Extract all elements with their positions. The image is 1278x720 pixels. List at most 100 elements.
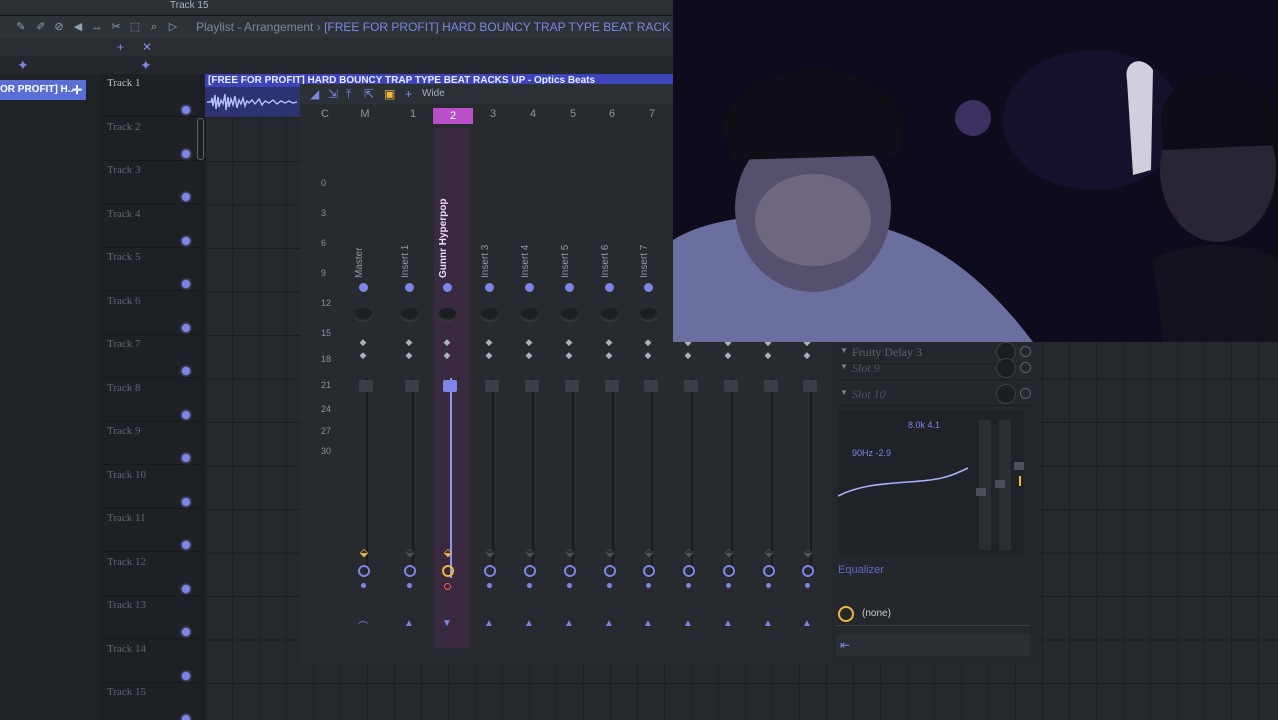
track-mute-led[interactable] [182, 715, 190, 720]
fx-enable-icon[interactable]: ⬙ [723, 546, 735, 559]
track-header[interactable]: Track 8 [100, 379, 200, 422]
stereo-arrows-icon[interactable]: ◆ ◆ [441, 336, 453, 362]
track-mute-led[interactable] [182, 149, 190, 158]
plus-icon[interactable]: + [405, 87, 412, 101]
stereo-arrows-icon[interactable]: ◆ ◆ [563, 336, 575, 362]
slot-mix-knob[interactable] [996, 358, 1016, 378]
route-dot[interactable] [686, 583, 691, 588]
volume-fader[interactable] [605, 380, 619, 392]
track-header[interactable]: Track 5 [100, 248, 200, 291]
fx-ring-icon[interactable] [404, 565, 416, 577]
track-header[interactable]: Track 4 [100, 205, 200, 248]
mixer-strip-insert-6[interactable]: Insert 6 ◆ ◆ ⬙ ▲ [596, 128, 632, 648]
volume-fader[interactable] [803, 380, 817, 392]
fx-enable-icon[interactable]: ⬙ [524, 546, 536, 559]
pan-knob[interactable] [639, 308, 658, 322]
fx-enable-icon[interactable]: ⬙ [683, 546, 695, 559]
track-header[interactable]: Track 10 [100, 466, 200, 509]
volume-fader[interactable] [405, 380, 419, 392]
delete-icon[interactable]: ⊘ [52, 20, 66, 34]
route-arrow-icon[interactable]: ▲ [404, 618, 414, 629]
playback-icon[interactable]: ▷ [166, 20, 180, 34]
track-header[interactable]: Track 7 [100, 335, 200, 378]
route-arrow-icon[interactable]: ▲ [802, 618, 812, 629]
fx-ring-icon[interactable] [683, 565, 695, 577]
audio-clip[interactable] [205, 87, 300, 117]
pan-knob[interactable] [600, 308, 619, 322]
mixer-strip-insert-3[interactable]: Insert 3 ◆ ◆ ⬙ ▲ [476, 128, 512, 648]
slice-icon[interactable]: ✂ [109, 20, 123, 34]
volume-fader[interactable] [644, 380, 658, 392]
effect-slot-9[interactable]: ▼ Slot 9 [836, 356, 1032, 380]
route-dot[interactable] [527, 583, 532, 588]
route-arrow-icon[interactable]: ▲ [643, 618, 653, 629]
fx-enable-icon[interactable]: ⬙ [763, 546, 775, 559]
track-header[interactable]: Track 3 [100, 161, 200, 204]
slot-mix-knob[interactable] [996, 384, 1016, 404]
stereo-mode-dropdown[interactable]: Wide [422, 88, 445, 99]
equalizer-label[interactable]: Equalizer [838, 564, 884, 576]
fx-enable-icon[interactable]: ⬙ [442, 546, 454, 559]
brush-icon[interactable]: ✐ [34, 20, 48, 34]
stereo-arrows-icon[interactable]: ◆ ◆ [523, 336, 535, 362]
strip-led[interactable] [525, 283, 534, 292]
input-link-row[interactable]: ⇤ [836, 634, 1030, 656]
route-arrow-icon[interactable]: ▲ [763, 618, 773, 629]
strip-led[interactable] [565, 283, 574, 292]
pan-knob[interactable] [400, 308, 419, 322]
route-dot[interactable] [444, 583, 451, 590]
magnet-icon[interactable]: ✦ [140, 57, 152, 74]
volume-fader[interactable] [485, 380, 499, 392]
snap-icon[interactable]: ✦ [17, 57, 29, 74]
slot-enable-led[interactable] [1020, 362, 1031, 373]
track-mute-led[interactable] [182, 236, 190, 245]
fx-ring-icon[interactable] [524, 565, 536, 577]
fx-ring-icon[interactable] [643, 565, 655, 577]
equalizer-display[interactable]: 8.0k 4.1 90Hz -2.9 [838, 410, 1024, 555]
volume-fader[interactable] [764, 380, 778, 392]
track-mute-led[interactable] [182, 280, 190, 288]
route-arrow-icon[interactable]: ▲ [564, 618, 574, 629]
stereo-arrows-icon[interactable]: ◆ ◆ [357, 336, 369, 362]
pencil-icon[interactable]: ✎ [14, 20, 28, 34]
mixer-strip-insert-4[interactable]: Insert 4 ◆ ◆ ⬙ ▲ [516, 128, 552, 648]
route-dot[interactable] [567, 583, 572, 588]
mixer-strip-insert-1[interactable]: Insert 1 ◆ ◆ ⬙ ▲ [396, 128, 432, 648]
fx-enable-icon[interactable]: ⬙ [564, 546, 576, 559]
fx-enable-icon[interactable]: ⬙ [404, 546, 416, 559]
fx-ring-icon[interactable] [604, 565, 616, 577]
fx-enable-icon[interactable]: ⬙ [802, 546, 814, 559]
track-header[interactable]: Track 9 [100, 422, 200, 465]
volume-fader[interactable] [724, 380, 738, 392]
route-arrow-icon[interactable]: ⌒ [358, 618, 368, 633]
plus-icon[interactable]: ✛ [72, 80, 82, 100]
route-dot[interactable] [646, 583, 651, 588]
add-icon[interactable]: + [117, 40, 124, 54]
mixer-strip-insert-5[interactable]: Insert 5 ◆ ◆ ⬙ ▲ [556, 128, 592, 648]
picker-item-audio-clip[interactable]: OR PROFIT] H.. ✛ [0, 80, 86, 100]
pan-knob[interactable] [438, 308, 457, 322]
track-header[interactable]: Track 11 [100, 509, 200, 552]
track-mute-led[interactable] [182, 323, 190, 332]
volume-fader[interactable] [684, 380, 698, 392]
fx-ring-icon[interactable] [723, 565, 735, 577]
track-header[interactable]: Track 1 [100, 74, 200, 117]
link-icon[interactable]: ⇱ [364, 87, 374, 101]
route-arrow-icon[interactable]: ▲ [484, 618, 494, 629]
track-mute-led[interactable] [182, 106, 190, 114]
route-arrow-icon[interactable]: ▲ [604, 618, 614, 629]
route-dot[interactable] [361, 583, 366, 588]
route-arrow-icon[interactable]: ▲ [524, 618, 534, 629]
track-mute-led[interactable] [182, 541, 190, 549]
track-mute-led[interactable] [182, 193, 190, 201]
route-dot[interactable] [805, 583, 810, 588]
fx-ring-icon[interactable] [802, 565, 814, 577]
fx-ring-icon[interactable] [442, 565, 454, 577]
track-header[interactable]: Track 14 [100, 640, 200, 683]
route-dot[interactable] [607, 583, 612, 588]
track-header[interactable]: Track 2 [100, 118, 200, 161]
render-icon[interactable]: ⤒ [346, 87, 351, 102]
fx-enable-icon[interactable]: ⬙ [484, 546, 496, 559]
track-scroll-indicator[interactable] [197, 118, 204, 160]
strip-led[interactable] [605, 283, 614, 292]
